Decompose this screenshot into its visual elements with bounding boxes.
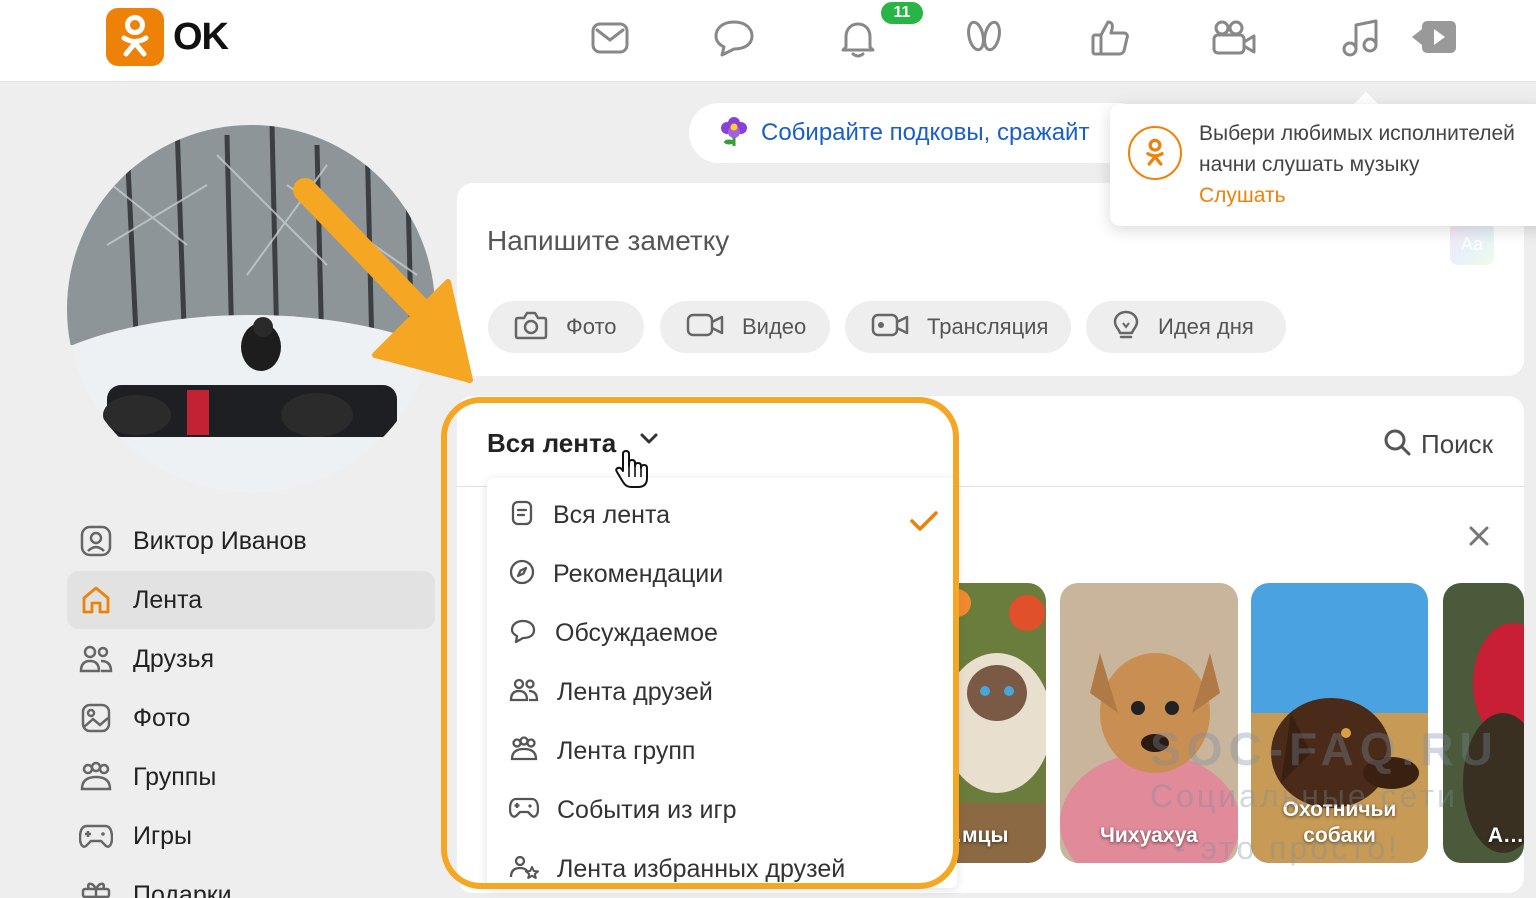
broadcast-icon [871,312,909,343]
photo-icon [79,701,113,735]
sidebar-item-label: Друзья [133,644,215,673]
promo-text: Собирайте подковы, сражайт [761,119,1090,146]
hand-cursor-icon [615,450,648,488]
gift-icon [79,878,113,898]
notifications-icon[interactable] [834,14,882,62]
music-popup: Выбери любимых исполнителей начни слушат… [1110,104,1536,226]
photo-button[interactable]: Фото [488,301,644,353]
logo-text: OK [173,15,229,58]
search-icon [1383,428,1411,461]
top-bar: OK 11 [0,0,1536,82]
feed-search-button[interactable]: Поиск [1383,428,1493,461]
annotation-arrow-icon [293,178,473,383]
user-icon [79,524,113,558]
guests-icon[interactable] [960,14,1008,62]
video-button-label: Видео [742,314,807,339]
music-icon[interactable] [1336,14,1384,62]
home-icon [79,583,113,617]
topic-tile-label: А… [1487,824,1524,847]
groups-icon [79,760,113,794]
sidebar-item-label: Подарки [133,880,232,898]
listen-link[interactable]: Слушать [1199,184,1286,208]
watermark: - это просто! [1175,830,1401,866]
games-icon [79,819,113,853]
video-camera-icon [686,312,724,343]
watermark: SOC-FAQ.RU [1150,723,1499,775]
highlight-frame [441,397,959,889]
ok-logo-icon [1128,126,1182,180]
play-icon[interactable] [1410,14,1458,62]
promo-banner[interactable]: Собирайте подковы, сражайт [689,103,1149,163]
popup-text: начни слушать музыку [1199,153,1420,176]
video-button[interactable]: Видео [660,301,830,353]
broadcast-button-label: Трансляция [927,314,1049,339]
friends-icon [79,642,113,676]
sidebar-item-photos[interactable]: Фото [67,689,435,747]
photo-button-label: Фото [566,314,617,339]
sidebar-item-feed[interactable]: Лента [67,571,435,629]
watermark: Социальные сети [1150,778,1458,814]
sidebar-item-gifts[interactable]: Подарки [67,866,435,898]
camera-icon [514,310,548,345]
idea-of-day-button[interactable]: Идея дня [1086,301,1286,353]
sidebar-item-label: Фото [133,703,191,732]
logo[interactable]: OK [106,8,229,66]
sidebar-item-label: Игры [133,821,192,850]
note-input[interactable]: Напишите заметку [487,225,729,257]
broadcast-button[interactable]: Трансляция [845,301,1071,353]
flower-icon [719,115,749,152]
close-icon[interactable] [1467,524,1491,553]
video-icon[interactable] [1210,14,1258,62]
sidebar-item-friends[interactable]: Друзья [67,630,435,688]
sidebar-item-label: Лента [133,585,203,614]
sidebar-item-games[interactable]: Игры [67,807,435,865]
search-label: Поиск [1421,429,1494,459]
sidebar-item-label: Виктор Иванов [133,526,307,555]
font-style-button[interactable]: Aa [1450,223,1494,265]
sidebar-item-groups[interactable]: Группы [67,748,435,806]
ok-logo-icon [106,8,164,66]
lightbulb-icon [1112,309,1140,346]
likes-icon[interactable] [1086,14,1134,62]
messages-icon[interactable] [586,14,634,62]
idea-button-label: Идея дня [1158,314,1254,339]
popup-text: Выбери любимых исполнителей [1199,122,1515,145]
discussions-icon[interactable] [710,14,758,62]
sidebar-item-label: Группы [133,762,217,791]
sidebar-item-profile[interactable]: Виктор Иванов [67,512,435,570]
notifications-badge: 11 [879,0,925,26]
